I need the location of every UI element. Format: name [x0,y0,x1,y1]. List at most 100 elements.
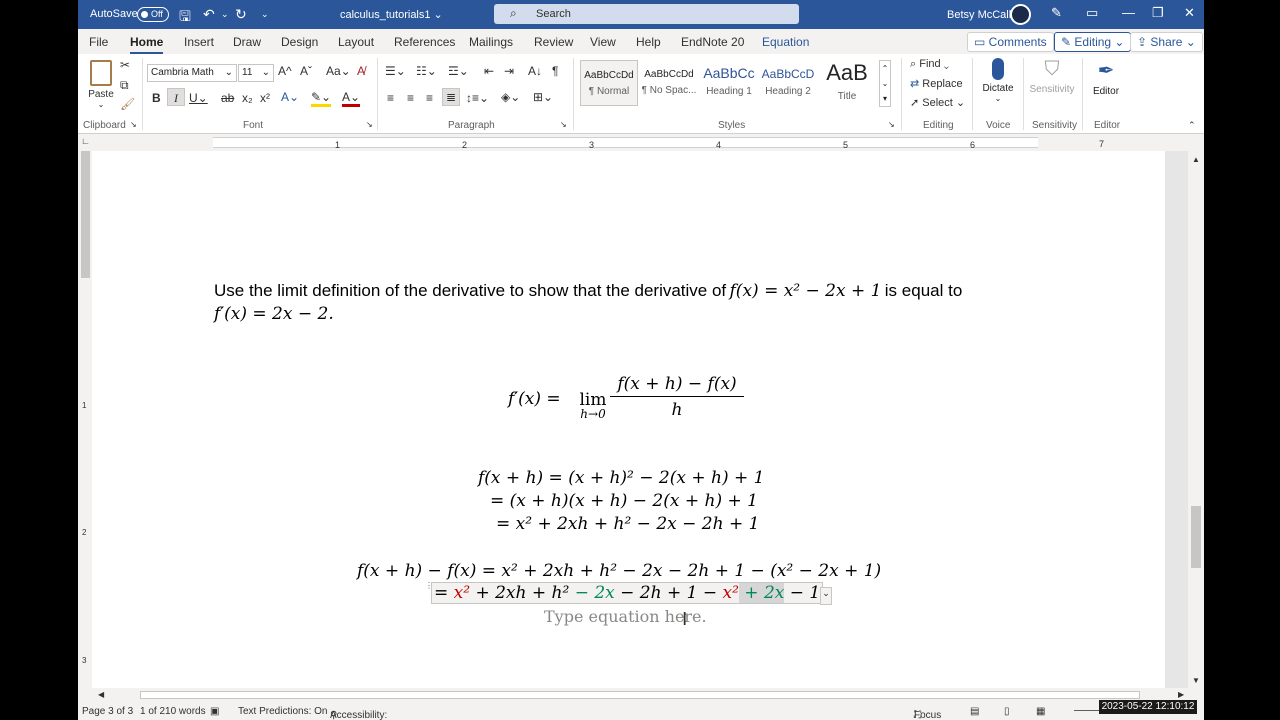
web-layout-icon[interactable]: ▦ [1036,706,1045,717]
paragraph-launcher-icon[interactable]: ↘ [560,120,567,129]
borders-icon[interactable]: ⊞⌄ [533,90,553,104]
undo-dropdown-icon[interactable]: ⌄ [221,9,229,20]
editing-button[interactable]: ✎ Editing ⌄ [1054,32,1132,52]
maximize-icon[interactable]: ❐ [1152,5,1164,21]
font-launcher-icon[interactable]: ↘ [366,120,373,129]
proofing-icon[interactable]: ▣ [210,706,219,717]
style-heading-1[interactable]: AaBbCc Heading 1 [700,60,758,106]
tab-mailings[interactable]: Mailings [469,35,513,49]
tab-selector-icon[interactable]: ∟ [81,136,90,146]
scroll-down-icon[interactable]: ▼ [1192,676,1200,685]
collapse-ribbon-icon[interactable]: ⌃ [1188,120,1196,131]
shading-icon[interactable]: ◈⌄ [501,90,520,104]
tab-file[interactable]: File [89,35,108,49]
scroll-left-icon[interactable]: ◀ [98,690,104,699]
tab-review[interactable]: Review [534,35,573,49]
increase-indent-icon[interactable]: ⇥ [504,64,514,78]
replace-button[interactable]: ⇄ Replace [910,77,963,90]
align-center-icon[interactable]: ≡ [407,91,414,105]
tab-design[interactable]: Design [281,35,318,49]
horizontal-scrollbar[interactable]: ◀ ▶ [92,688,1188,702]
tab-help[interactable]: Help [636,35,661,49]
tab-insert[interactable]: Insert [184,35,214,49]
bullets-icon[interactable]: ☰⌄ [385,64,406,78]
page-count[interactable]: Page 3 of 3 [82,706,133,717]
tab-home[interactable]: Home [130,35,164,55]
cut-icon[interactable]: ✂ [120,58,130,72]
tab-view[interactable]: View [590,35,616,49]
shrink-font-icon[interactable]: Aˇ [300,64,312,78]
autosave-toggle[interactable]: Off [137,7,169,22]
dictate-button[interactable]: Dictate ⌄ [980,58,1016,103]
close-icon[interactable]: ✕ [1184,5,1195,21]
clear-formatting-icon[interactable]: A̸ [357,64,365,78]
find-button[interactable]: ⌕ Find ⌄ [910,58,949,71]
document-page[interactable]: Use the limit definition of the derivati… [92,151,1165,688]
save-icon[interactable]: 🖫 [179,6,191,30]
text-predictions[interactable]: Text Predictions: On [238,706,327,717]
text-effects-icon[interactable]: A⌄ [281,90,299,104]
scroll-thumb[interactable] [140,691,1140,699]
tab-layout[interactable]: Layout [338,35,374,49]
decrease-indent-icon[interactable]: ⇤ [484,64,494,78]
copy-icon[interactable]: ⧉ [120,78,129,93]
ribbon-display-icon[interactable]: ▭ [1086,5,1098,21]
paste-button[interactable]: Paste ⌄ [86,58,116,114]
align-left-icon[interactable]: ≡ [387,91,394,105]
scroll-thumb[interactable] [1191,506,1201,568]
grow-font-icon[interactable]: A^ [278,64,292,78]
font-name-select[interactable]: Cambria Math ⌄ [147,64,237,82]
align-right-icon[interactable]: ≡ [426,91,433,105]
styles-launcher-icon[interactable]: ↘ [888,120,895,129]
tab-references[interactable]: References [394,35,455,49]
minimize-icon[interactable]: — [1122,5,1135,20]
italic-icon[interactable]: I [167,88,185,106]
vertical-scrollbar[interactable]: ▲ ▼ [1188,151,1204,688]
equation-options-icon[interactable]: ⌄ [820,587,832,605]
comments-button[interactable]: ▭ Comments [967,32,1054,52]
ruler-track[interactable]: 1 2 3 4 5 6 [213,137,1038,150]
editor-button[interactable]: ✒ Editor [1088,58,1124,97]
superscript-icon[interactable]: x² [260,91,270,105]
tab-draw[interactable]: Draw [233,35,261,49]
font-color-icon[interactable]: A⌄ [342,90,361,107]
justify-icon[interactable]: ≣ [442,88,460,106]
styles-scroll[interactable]: ⌃ ⌄ ▾ [879,60,891,107]
select-button[interactable]: ➚ Select ⌄ [910,96,965,109]
scroll-right-icon[interactable]: ▶ [1178,690,1184,699]
style-title[interactable]: AaB Title [818,60,876,106]
style-no-spacing[interactable]: AaBbCcDd ¶ No Spac... [640,60,698,106]
style-normal[interactable]: AaBbCcDd ¶ Normal [580,60,638,106]
bold-icon[interactable]: B [152,91,161,105]
numbering-icon[interactable]: ☷⌄ [416,64,437,78]
subscript-icon[interactable]: x₂ [242,91,253,105]
word-count[interactable]: 1 of 210 words [140,706,206,717]
customize-toolbar-icon[interactable]: ⌄ [261,9,269,20]
style-heading-2[interactable]: AaBbCcD Heading 2 [759,60,817,106]
sensitivity-button[interactable]: ⛉ Sensitivity [1028,58,1076,95]
document-title[interactable]: calculus_tutorials1 ⌄ [340,8,443,21]
print-layout-icon[interactable]: ▯ [1004,706,1010,717]
change-case-icon[interactable]: Aa⌄ [326,64,351,78]
avatar[interactable] [1010,4,1031,25]
multilevel-list-icon[interactable]: ☲⌄ [448,64,469,78]
highlight-icon[interactable]: ✎⌄ [311,90,332,107]
undo-icon[interactable]: ↶ [203,6,215,23]
show-marks-icon[interactable]: ¶ [552,64,558,78]
tab-endnote[interactable]: EndNote 20 [681,35,744,49]
active-equation[interactable]: = x² + 2xh + h² − 2x − 2h + 1 − x² + 2x … [431,582,824,604]
read-mode-icon[interactable]: ▤ [970,706,979,717]
strikethrough-icon[interactable]: ab [221,91,234,105]
font-size-select[interactable]: 11 ⌄ [238,64,274,82]
pen-icon[interactable]: ✎ [1051,5,1062,21]
search-box[interactable]: ⌕ Search [494,4,799,24]
scroll-up-icon[interactable]: ▲ [1192,155,1200,164]
redo-icon[interactable]: ↻ [235,6,247,23]
format-painter-icon[interactable]: 🖌 [120,97,135,111]
clipboard-launcher-icon[interactable]: ↘ [130,120,137,129]
share-button[interactable]: ⇪ Share ⌄ [1130,32,1203,52]
line-spacing-icon[interactable]: ↕≡⌄ [466,91,489,105]
sort-icon[interactable]: A↓ [528,64,542,78]
tab-equation[interactable]: Equation [762,35,809,49]
underline-icon[interactable]: U⌄ [189,91,208,105]
